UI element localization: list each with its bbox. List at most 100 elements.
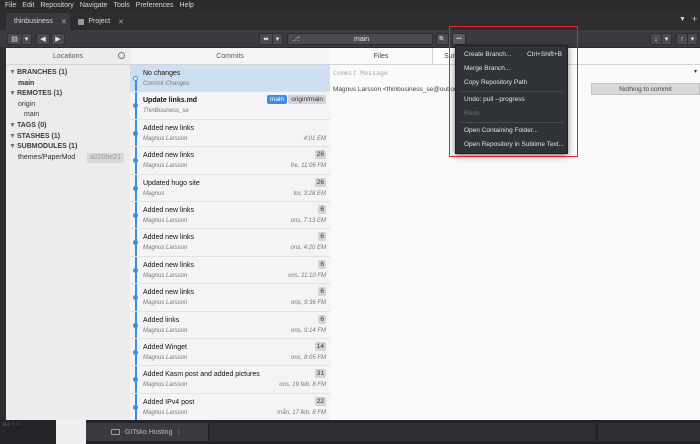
section-title: BRANCHES (1) [17, 69, 68, 76]
commit-author: Magnus [143, 190, 165, 197]
commit-message-input[interactable]: Commit Message [333, 69, 388, 77]
menu-help[interactable]: Help [180, 2, 194, 9]
commit-message: Updated hugo site [143, 179, 200, 187]
menu-navigate[interactable]: Navigate [80, 2, 108, 9]
commit-message: Added new links [143, 152, 194, 160]
commits-header[interactable]: Commits [130, 48, 330, 65]
commit-node-icon [133, 404, 138, 410]
tab-thinbusiness[interactable]: thinbusiness ✕ [6, 13, 70, 30]
sidebar-dropdown-button[interactable]: ▾ [22, 33, 32, 45]
commit-message: Added new links [143, 261, 194, 269]
uncommitted-changes-row[interactable]: No changes Commit Changes [130, 65, 330, 93]
section-branches[interactable]: ▼BRANCHES (1) [9, 68, 130, 79]
branch-label-main[interactable]: main [266, 95, 287, 105]
search-icon[interactable] [118, 52, 125, 59]
commit-date: ons, 9:14 FM [290, 327, 326, 334]
commit-row[interactable]: Added new links Magnus Larsson fre, 11:06 … [130, 147, 330, 175]
sidebar-toggle-button[interactable]: ▤ [7, 33, 22, 45]
remote-item-origin[interactable]: origin [9, 100, 130, 111]
fetch-dropdown-button[interactable]: ▾ [662, 33, 672, 45]
close-tab-icon[interactable]: ✕ [61, 18, 67, 26]
submodule-item[interactable]: themes/PaperMod a020be21 [9, 152, 130, 164]
nothing-to-commit-button[interactable]: Nothing to commit [591, 83, 700, 95]
commit-author: Magnus Larsson [143, 163, 188, 170]
forward-button[interactable]: ▶ [51, 33, 65, 45]
caret-down-icon: ▼ [9, 143, 16, 151]
commit-row[interactable]: Added new links Magnus Larsson ons, 7:13 E… [130, 201, 330, 230]
section-stashes[interactable]: ▼STASHES (1) [9, 132, 130, 143]
section-title: SUBMODULES (1) [17, 143, 78, 151]
section-title: STASHES (1) [17, 132, 61, 140]
push-button[interactable]: ↑ [676, 33, 688, 45]
back-button[interactable]: ◀ [36, 33, 50, 45]
commit-author: Commit Changes [143, 81, 190, 87]
commit-row[interactable]: Updated hugo site Magnus tor, 3:28 EM 26 [130, 174, 330, 202]
author-field[interactable]: Magnus Larsson <thinbusiness_se@outlook [333, 86, 461, 93]
changes-count-badge: 26 [314, 150, 326, 160]
commit-row[interactable]: Added new links Magnus Larsson ons, 4:20 E… [130, 229, 330, 257]
changes-count-badge: 6 [318, 204, 326, 214]
branch-label-origin-main[interactable]: origin/main [288, 95, 326, 105]
commit-row[interactable]: Added new links Magnus Larsson ons, 9:36 F… [130, 284, 330, 312]
commit-date: mån, 17 feb, 8 FM [277, 409, 326, 416]
menu-edit[interactable]: Edit [22, 2, 34, 9]
chevron-down-icon: ▾ [664, 36, 669, 43]
section-tags[interactable]: ▼TAGS (0) [9, 121, 130, 132]
commit-list: No changes Commit Changes Update links.md T… [130, 65, 330, 420]
menu-tools[interactable]: Tools [113, 2, 129, 9]
menu-repository[interactable]: Repository [40, 2, 73, 9]
commit-message: Added new links [143, 289, 194, 297]
search-button[interactable]: 🔍 [436, 33, 449, 45]
annotation-highlight-box [449, 26, 578, 157]
changes-count-badge: 6 [318, 232, 326, 242]
commit-message: No changes [143, 70, 181, 77]
chevron-down-icon: ▾ [690, 36, 695, 43]
caret-down-icon: ▼ [9, 132, 16, 140]
commit-row[interactable]: Added IPv4 post Magnus Larsson mån, 17 feb… [130, 393, 330, 420]
commit-message: Added Kasm post and added pictures [143, 371, 260, 379]
folder-label: GITsko Hosting [125, 428, 173, 436]
branch-selector[interactable]: ⎇ main [287, 33, 433, 45]
tab-project[interactable]: Project ✕ [74, 13, 128, 30]
close-tab-icon[interactable]: ✕ [118, 18, 124, 26]
section-remotes[interactable]: ▼REMOTES (1) [9, 89, 130, 100]
commit-row[interactable]: Update links.md ThinBusiness_se main origin… [130, 92, 330, 120]
menubar: File Edit Repository Navigate Tools Pref… [0, 0, 700, 11]
menu-preferences[interactable]: Preferences [136, 2, 174, 9]
commit-node-icon [133, 130, 138, 136]
stash-button[interactable]: ⬌ [259, 33, 273, 45]
commit-node-icon [133, 295, 138, 301]
commit-row[interactable]: Added Kasm post and added pictures Magnus… [130, 366, 330, 394]
commit-row[interactable]: Added Winget Magnus Larsson ons, 8:05 FM 14 [130, 338, 330, 367]
tab-bar: thinbusiness ✕ Project ✕ ▼ + [0, 11, 700, 30]
push-dropdown-button[interactable]: ▾ [688, 33, 698, 45]
folder-item[interactable]: GITsko Hosting › [86, 423, 208, 441]
tabs-dropdown-icon[interactable]: ▼ [679, 16, 686, 23]
menu-file[interactable]: File [5, 2, 16, 9]
back-icon: ◀ [40, 36, 46, 43]
commit-date: ons, 7:13 EM [290, 217, 326, 224]
new-tab-icon[interactable]: + [692, 14, 697, 24]
background-panel [210, 423, 595, 441]
commit-row[interactable]: Added new links Magnus Larsson ons, 11:10 … [130, 256, 330, 285]
tab-label: Project [88, 18, 111, 25]
branch-item-main[interactable]: main [9, 79, 130, 90]
commit-date: ons, 9:36 FM [290, 300, 326, 307]
commit-row[interactable]: Added links Magnus Larsson ons, 9:14 FM 6 [130, 311, 330, 339]
changes-count-badge: 26 [314, 177, 326, 187]
fetch-button[interactable]: ↓ [650, 33, 662, 45]
toolbar: ▤ ▾ ◀ ▶ ⬌ ▾ ⎇ main 🔍 ••• ↓ ▾ ↑ ▾ [0, 30, 700, 48]
locations-tree: ▼BRANCHES (1) main ▼REMOTES (1) origin m… [6, 65, 130, 164]
commit-message: Added new links [143, 234, 194, 242]
commit-node-icon [133, 240, 138, 246]
commit-message-dropdown-icon[interactable]: ▾ [694, 68, 697, 75]
changes-count-badge: 22 [314, 396, 326, 406]
commit-row[interactable]: Added new links Magnus Larsson 4:01 EM [130, 119, 330, 148]
remote-branch-main[interactable]: main [9, 110, 130, 121]
commit-date: ons, 11:10 FM [288, 272, 326, 279]
section-submodules[interactable]: ▼SUBMODULES (1) [9, 142, 130, 153]
commit-node-icon [133, 267, 138, 273]
tab-files[interactable]: Files [330, 48, 432, 64]
stash-dropdown-button[interactable]: ▾ [273, 33, 283, 45]
changes-count-badge: 14 [314, 341, 326, 351]
